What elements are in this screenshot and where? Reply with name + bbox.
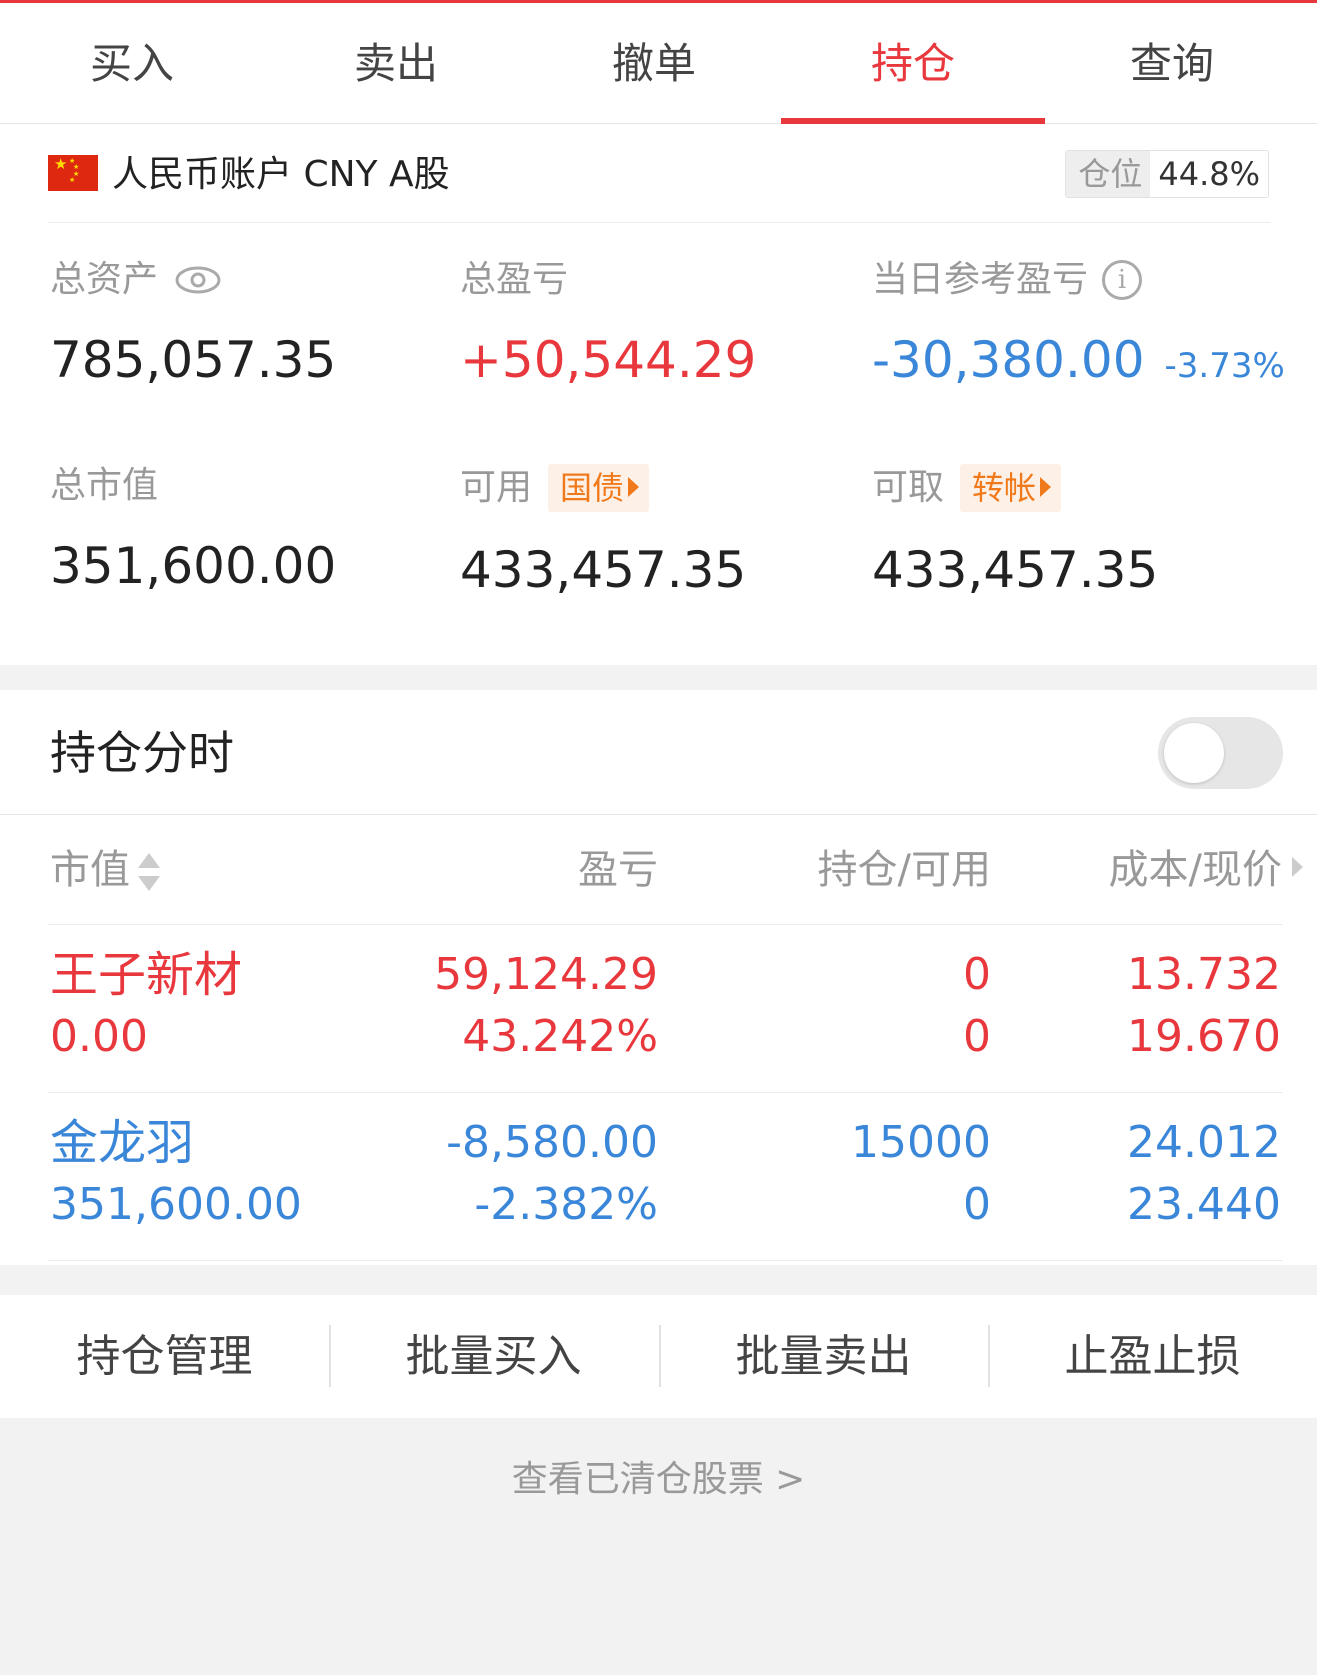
transfer-button[interactable]: 转帐 bbox=[960, 464, 1062, 512]
stock-holding: 0 bbox=[963, 949, 991, 1000]
total-assets-label: 总资产 bbox=[50, 259, 159, 300]
batch-buy-button[interactable]: 批量买入 bbox=[329, 1295, 658, 1418]
holdings-table: 市值 盈亏 持仓/可用 成本/现价 王子新材 0.00 59,124.29 43… bbox=[0, 815, 1317, 1265]
daily-pnl-label: 当日参考盈亏 bbox=[872, 259, 1089, 300]
stat-withdrawable: 可取 转帐 433,457.35 bbox=[872, 464, 1158, 600]
position-ratio-badge: 仓位 44.8% bbox=[1065, 150, 1269, 198]
daily-pnl-value: -30,380.00 bbox=[872, 331, 1145, 389]
tab-holdings[interactable]: 持仓 bbox=[781, 3, 1045, 124]
account-summary: ★ ★ ★ ★ ★ 人民币账户 CNY A股 仓位 44.8% 总资产 785,… bbox=[0, 124, 1317, 665]
batch-sell-button[interactable]: 批量卖出 bbox=[659, 1295, 988, 1418]
account-title: 人民币账户 CNY A股 bbox=[112, 154, 450, 195]
stock-pnl: -8,580.00 bbox=[446, 1117, 658, 1168]
stock-name: 王子新材 bbox=[50, 947, 243, 1003]
china-flag-icon: ★ ★ ★ ★ ★ bbox=[48, 155, 98, 191]
stock-market-value: 0.00 bbox=[50, 1011, 148, 1062]
tab-buy[interactable]: 买入 bbox=[0, 3, 264, 124]
stock-price: 23.440 bbox=[1127, 1179, 1281, 1230]
holdings-timeline-row: 持仓分时 bbox=[0, 690, 1317, 815]
header-cost-price[interactable]: 成本/现价 bbox=[1109, 815, 1303, 925]
position-label: 仓位 bbox=[1066, 151, 1151, 197]
holdings-management-button[interactable]: 持仓管理 bbox=[0, 1295, 329, 1418]
position-value: 44.8% bbox=[1150, 151, 1268, 197]
trade-tabs: 买入 卖出 撤单 持仓 查询 bbox=[0, 3, 1317, 124]
action-bar: 持仓管理 批量买入 批量卖出 止盈止损 bbox=[0, 1295, 1317, 1418]
treasury-bond-button[interactable]: 国债 bbox=[548, 464, 650, 512]
total-pnl-value: +50,544.29 bbox=[460, 331, 757, 389]
stock-holding: 15000 bbox=[851, 1117, 991, 1168]
withdrawable-value: 433,457.35 bbox=[872, 541, 1159, 599]
sort-icon[interactable] bbox=[138, 851, 160, 893]
stat-total-assets: 总资产 785,057.35 bbox=[50, 258, 336, 390]
stock-name: 金龙羽 bbox=[50, 1115, 195, 1171]
table-header: 市值 盈亏 持仓/可用 成本/现价 bbox=[48, 815, 1303, 925]
daily-pnl-percent: -3.73% bbox=[1164, 346, 1285, 386]
market-value-label: 总市值 bbox=[50, 465, 159, 506]
header-holdings: 持仓/可用 bbox=[817, 847, 991, 893]
stock-pnl: 59,124.29 bbox=[434, 949, 658, 1000]
stock-pnl-percent: -2.382% bbox=[474, 1179, 658, 1230]
holdings-timeline-label: 持仓分时 bbox=[50, 726, 234, 780]
stock-market-value: 351,600.00 bbox=[50, 1179, 302, 1230]
table-row[interactable]: 金龙羽 351,600.00 -8,580.00 -2.382% 15000 0… bbox=[48, 1093, 1283, 1261]
tab-cancel[interactable]: 撤单 bbox=[522, 3, 786, 124]
stop-profit-loss-button[interactable]: 止盈止损 bbox=[988, 1295, 1317, 1418]
market-value-value: 351,600.00 bbox=[50, 537, 337, 595]
total-pnl-label: 总盈亏 bbox=[460, 259, 569, 300]
available-value: 433,457.35 bbox=[460, 541, 747, 599]
stock-available: 0 bbox=[963, 1011, 991, 1062]
cleared-stocks-link[interactable]: 查看已清仓股票 > bbox=[0, 1450, 1317, 1510]
withdrawable-label: 可取 bbox=[872, 467, 945, 508]
stock-cost: 13.732 bbox=[1127, 949, 1281, 1000]
stat-market-value: 总市值 351,600.00 bbox=[50, 464, 336, 596]
available-label: 可用 bbox=[460, 467, 533, 508]
table-row[interactable]: 王子新材 0.00 59,124.29 43.242% 0 0 13.732 1… bbox=[48, 925, 1283, 1093]
stat-available: 可用 国债 433,457.35 bbox=[460, 464, 746, 600]
tab-sell[interactable]: 卖出 bbox=[264, 3, 528, 124]
eye-icon[interactable] bbox=[174, 265, 222, 295]
stock-pnl-percent: 43.242% bbox=[462, 1011, 658, 1062]
stat-total-pnl: 总盈亏 +50,544.29 bbox=[460, 258, 756, 390]
header-pnl: 盈亏 bbox=[578, 847, 658, 893]
daily-pnl-row: -30,380.00 -3.73% bbox=[872, 330, 1285, 396]
stat-daily-pnl: 当日参考盈亏 i -30,380.00 -3.73% bbox=[872, 258, 1285, 396]
stock-available: 0 bbox=[963, 1179, 991, 1230]
tab-query[interactable]: 查询 bbox=[1040, 3, 1304, 124]
stock-cost: 24.012 bbox=[1127, 1117, 1281, 1168]
total-assets-value: 785,057.35 bbox=[50, 331, 337, 389]
toggle-knob bbox=[1164, 723, 1224, 783]
stock-price: 19.670 bbox=[1127, 1011, 1281, 1062]
header-market-value[interactable]: 市值 bbox=[50, 815, 160, 925]
account-header: ★ ★ ★ ★ ★ 人民币账户 CNY A股 仓位 44.8% bbox=[48, 124, 1271, 223]
chevron-right-icon[interactable] bbox=[1292, 857, 1303, 877]
info-icon[interactable]: i bbox=[1102, 260, 1143, 300]
holdings-timeline-toggle[interactable] bbox=[1158, 717, 1283, 789]
